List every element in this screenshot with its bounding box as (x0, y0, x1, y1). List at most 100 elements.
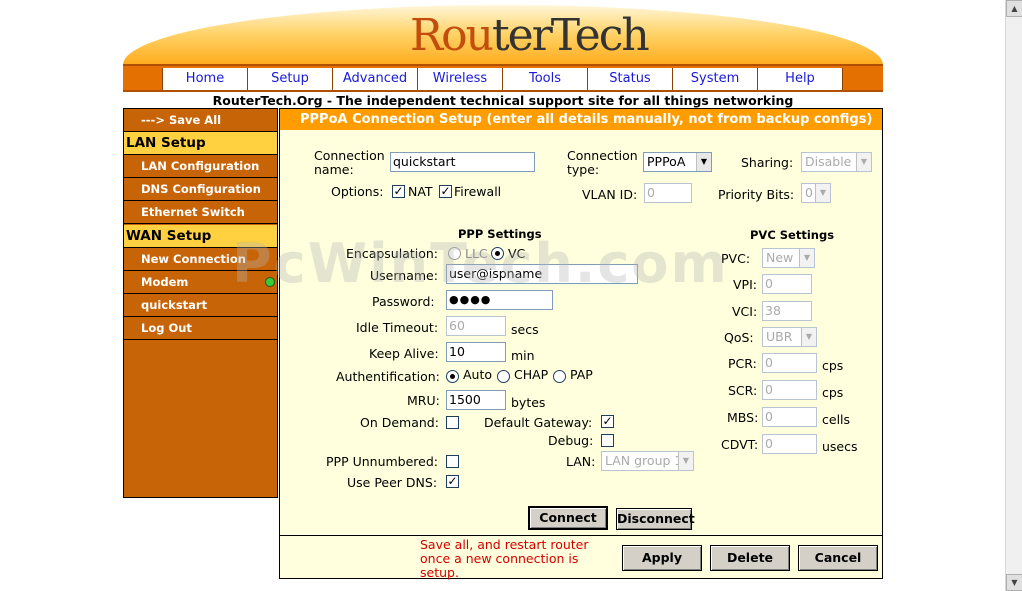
cdvt-unit: usecs (822, 439, 858, 454)
password-label: Password: (372, 294, 435, 309)
vlan-id-label: VLAN ID: (582, 187, 638, 202)
vlan-id-input[interactable]: 0 (644, 183, 692, 203)
vci-input[interactable]: 38 (762, 301, 812, 321)
username-label: Username: (370, 268, 438, 283)
nav-system[interactable]: System (672, 68, 758, 90)
password-input[interactable]: ●●●● (446, 290, 553, 310)
vpi-input[interactable]: 0 (762, 274, 812, 294)
scroll-up-icon[interactable]: ▲ (1006, 0, 1022, 17)
header-banner: RouterTech (123, 5, 883, 67)
cdvt-label: CDVT: (721, 437, 759, 452)
llc-radio[interactable] (448, 247, 461, 260)
use-peer-dns-checkbox[interactable]: ✓ (446, 475, 459, 488)
modem-status-icon (265, 277, 275, 287)
site-tagline: RouterTech.Org - The independent technic… (212, 93, 794, 108)
priority-bits-select[interactable]: 0 ▼ (801, 183, 831, 203)
sidebar-item-dns-configuration[interactable]: DNS Configuration (124, 178, 277, 201)
auth-chap-radio[interactable] (497, 370, 510, 383)
vpi-label: VPI: (733, 277, 757, 292)
scroll-down-icon[interactable]: ▼ (1006, 574, 1022, 591)
delete-button[interactable]: Delete (710, 545, 790, 571)
connection-type-select[interactable]: PPPoA ▼ (643, 152, 712, 172)
sidebar-save-all[interactable]: ---> Save All (124, 109, 277, 132)
ppp-unnumbered-label: PPP Unnumbered: (326, 454, 439, 469)
top-nav-bar: Home Setup Advanced Wireless Tools Statu… (123, 64, 883, 92)
ppp-unnumbered-checkbox[interactable] (446, 455, 459, 468)
idle-timeout-unit: secs (511, 322, 539, 337)
scr-label: SCR: (728, 383, 758, 398)
disconnect-button[interactable]: Disconnect (616, 508, 695, 530)
nav-home[interactable]: Home (162, 68, 248, 90)
nav-setup[interactable]: Setup (247, 68, 333, 90)
auth-auto-radio[interactable] (446, 370, 459, 383)
auth-pap-radio[interactable] (553, 370, 566, 383)
idle-timeout-label: Idle Timeout: (356, 320, 439, 335)
sharing-select[interactable]: Disable ▼ (801, 152, 872, 172)
sidebar-item-quickstart[interactable]: quickstart (124, 294, 277, 317)
sidebar-item-ethernet-switch[interactable]: Ethernet Switch (124, 201, 277, 224)
chevron-down-icon: ▼ (815, 184, 830, 202)
qos-label: QoS: (724, 330, 754, 345)
sidebar-item-new-connection[interactable]: New Connection (124, 248, 277, 271)
nav-tools[interactable]: Tools (502, 68, 588, 90)
nav-advanced[interactable]: Advanced (332, 68, 418, 90)
panel-title: PPPoA Connection Setup (enter all detail… (280, 109, 882, 130)
vc-label: VC (508, 246, 526, 261)
nav-status[interactable]: Status (587, 68, 673, 90)
idle-timeout-input[interactable]: 60 (446, 316, 506, 336)
apply-button[interactable]: Apply (622, 545, 702, 571)
on-demand-label: On Demand: (360, 415, 439, 430)
mru-unit: bytes (511, 395, 546, 410)
sidebar-item-lan-configuration[interactable]: LAN Configuration (124, 155, 277, 178)
default-gateway-checkbox[interactable]: ✓ (601, 415, 614, 428)
debug-label: Debug: (548, 433, 594, 448)
nat-checkbox[interactable]: ✓ (392, 185, 405, 198)
nat-label: NAT (408, 184, 433, 199)
chevron-down-icon: ▼ (696, 153, 711, 171)
priority-bits-label: Priority Bits: (718, 187, 795, 202)
username-input[interactable]: user@ispname (446, 264, 638, 284)
keep-alive-unit: min (511, 348, 535, 363)
vc-radio[interactable] (491, 247, 504, 260)
sidebar-item-modem[interactable]: Modem (124, 271, 277, 294)
chevron-down-icon: ▼ (799, 249, 814, 267)
mbs-unit: cells (822, 412, 851, 427)
pvc-settings-heading: PVC Settings (750, 228, 835, 242)
firewall-label: Firewall (454, 184, 502, 199)
scr-input[interactable]: 0 (762, 380, 817, 400)
mru-input[interactable]: 1500 (446, 390, 506, 410)
on-demand-checkbox[interactable] (446, 416, 459, 429)
pcr-input[interactable]: 0 (762, 353, 817, 373)
connect-button[interactable]: Connect (528, 506, 608, 530)
chevron-down-icon: ▼ (801, 328, 816, 346)
scr-unit: cps (822, 385, 844, 400)
mbs-label: MBS: (727, 410, 759, 425)
keep-alive-input[interactable]: 10 (446, 342, 506, 362)
debug-checkbox[interactable] (601, 434, 614, 447)
firewall-checkbox[interactable]: ✓ (439, 185, 452, 198)
connection-name-input[interactable]: quickstart (390, 152, 535, 172)
restart-note: Save all, and restart router once a new … (420, 537, 589, 580)
pcr-label: PCR: (728, 356, 757, 371)
auth-chap-label: CHAP (514, 367, 549, 382)
sharing-label: Sharing: (741, 155, 794, 170)
cancel-button[interactable]: Cancel (798, 545, 878, 571)
llc-label: LLC (465, 246, 488, 261)
footer-divider (280, 535, 882, 536)
mbs-input[interactable]: 0 (762, 407, 817, 427)
cdvt-input[interactable]: 0 (762, 434, 817, 454)
nav-wireless[interactable]: Wireless (417, 68, 503, 90)
pvc-select[interactable]: New ▼ (762, 248, 815, 268)
qos-select[interactable]: UBR ▼ (762, 327, 817, 347)
sidebar-item-label: Modem (141, 275, 189, 289)
sidebar-item-log-out[interactable]: Log Out (124, 317, 277, 340)
connection-name-label: Connection name: (314, 148, 385, 177)
nav-help[interactable]: Help (757, 68, 843, 90)
options-label: Options: (331, 184, 384, 199)
connection-setup-panel: PPPoA Connection Setup (enter all detail… (279, 108, 883, 580)
lan-group-select[interactable]: LAN group 1 ▼ (601, 451, 694, 471)
page-scrollbar[interactable]: ▲ ▼ (1005, 0, 1022, 591)
encapsulation-label: Encapsulation: (346, 246, 439, 261)
connection-type-label: Connection type: (567, 148, 638, 177)
authentification-label: Authentification: (336, 369, 440, 384)
